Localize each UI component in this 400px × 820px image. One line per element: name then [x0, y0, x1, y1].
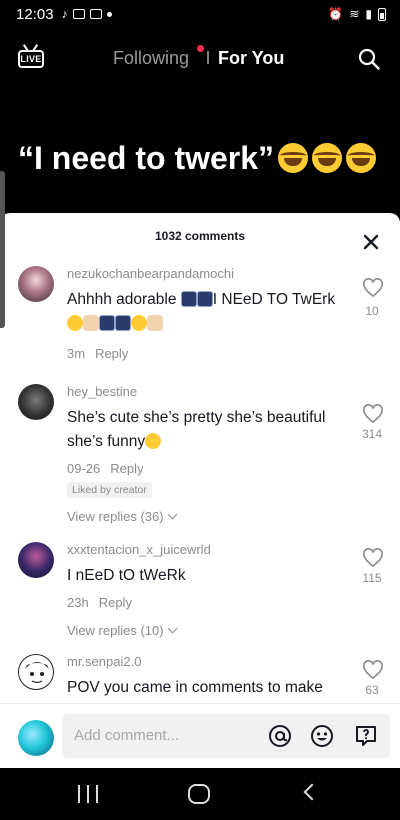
avatar[interactable] — [18, 266, 54, 302]
top-nav: LIVE Following For You — [0, 36, 400, 82]
like-count: 115 — [362, 571, 382, 585]
tab-for-you[interactable]: For You — [218, 48, 284, 69]
comment-username[interactable]: hey_bestine — [67, 384, 137, 399]
at-icon[interactable] — [268, 724, 292, 748]
system-nav-bar — [0, 768, 400, 820]
chevron-down-icon — [167, 623, 178, 634]
anime-avatar-icon — [25, 662, 49, 684]
recent-apps-icon[interactable] — [78, 785, 98, 803]
tab-following[interactable]: Following — [113, 48, 189, 69]
battery-icon — [378, 7, 386, 21]
reply-button[interactable]: Reply — [95, 346, 128, 361]
comment-time: 09-26 — [67, 461, 101, 476]
smirk-emoji-icon — [67, 315, 83, 331]
comment-meta: 3m Reply — [67, 346, 128, 361]
comment-text-part: I NEeD TO TwErk — [212, 291, 336, 308]
new-content-dot — [197, 45, 204, 52]
emoji-icon[interactable] — [310, 724, 334, 748]
like-count: 314 — [361, 427, 383, 441]
comment-input-placeholder: Add comment... — [74, 727, 180, 744]
gift-icon[interactable] — [354, 724, 378, 748]
heart-icon[interactable] — [362, 660, 384, 680]
comment-username[interactable]: nezukochanbearpandamochi — [67, 266, 234, 281]
view-replies-label: View replies (36) — [67, 509, 164, 524]
view-replies-button[interactable]: View replies (36) — [67, 509, 178, 524]
comment-text-part: POV you came in comments to make — [67, 679, 323, 696]
status-time: 12:03 — [16, 5, 54, 23]
sparkle-emoji-icon — [99, 315, 115, 331]
status-bar: 12:03 ♪ ⏰ ≋ ▮ — [0, 0, 400, 28]
back-icon[interactable] — [303, 783, 321, 801]
comment-text-part: Ahhhh adorable — [67, 291, 181, 308]
avatar[interactable] — [18, 384, 54, 420]
heart-icon[interactable] — [362, 404, 384, 424]
heart-icon[interactable] — [362, 548, 384, 568]
comment-text: I nEeD tO tWeRk — [67, 564, 347, 588]
tiktok-notification-icon: ♪ — [61, 7, 68, 21]
video-caption-text: “I need to twerk” — [18, 140, 275, 176]
comment-username[interactable]: xxxtentacion_x_juicewrld — [67, 542, 211, 557]
comment-time: 23h — [67, 595, 89, 610]
video-caption: “I need to twerk” — [18, 140, 377, 177]
comment-text: POV you came in comments to make — [67, 676, 347, 700]
view-replies-label: View replies (10) — [67, 623, 164, 638]
comment-meta: 09-26 Reply — [67, 461, 144, 476]
system-icons: ⏰ ≋ ▮ — [328, 7, 386, 21]
search-icon[interactable] — [357, 47, 381, 71]
laughing-emoji-icon — [346, 143, 377, 173]
comments-header: 1032 comments — [0, 213, 400, 257]
laughing-emoji-icon — [312, 143, 343, 173]
reply-button[interactable]: Reply — [99, 595, 132, 610]
alarm-icon: ⏰ — [328, 7, 344, 21]
tab-divider — [207, 51, 209, 64]
comment-input[interactable]: Add comment... — [62, 714, 390, 758]
comment-item: nezukochanbearpandamochi Ahhhh adorable … — [0, 266, 400, 376]
home-icon[interactable] — [188, 784, 210, 804]
notification-icons: ♪ — [62, 7, 112, 21]
app-notification-icon — [72, 9, 85, 19]
comment-username[interactable]: mr.senpai2.0 — [67, 654, 141, 669]
sparkle-emoji-icon — [196, 291, 213, 307]
live-icon[interactable]: LIVE — [16, 44, 46, 70]
peace-hand-emoji-icon — [83, 315, 99, 331]
comment-text: She’s cute she’s pretty she’s beautiful … — [67, 406, 347, 454]
dot-icon — [106, 11, 112, 17]
comment-meta: 23h Reply — [67, 595, 132, 610]
comment-text: Ahhhh adorable I NEeD TO TwErk — [67, 288, 347, 336]
comment-time: 3m — [67, 346, 86, 361]
ok-hand-emoji-icon — [147, 315, 163, 331]
reply-button[interactable]: Reply — [110, 461, 143, 476]
avatar[interactable] — [18, 720, 54, 756]
comment-item: hey_bestine She’s cute she’s pretty she’… — [0, 384, 400, 534]
weary-emoji-icon — [131, 315, 147, 331]
view-replies-button[interactable]: View replies (10) — [67, 623, 178, 638]
comment-text-part: She’s cute she’s pretty she’s beautiful … — [67, 409, 326, 450]
comment-text-part: I nEeD tO tWeRk — [67, 567, 186, 584]
avatar[interactable] — [18, 542, 54, 578]
live-label: LIVE — [20, 54, 42, 64]
sparkle-emoji-icon — [115, 315, 131, 331]
sparkle-emoji-icon — [180, 291, 197, 307]
wifi-icon: ≋ — [349, 7, 360, 21]
close-icon[interactable] — [360, 231, 382, 253]
comment-count: 1032 comments — [154, 229, 246, 243]
avatar[interactable] — [18, 654, 54, 690]
comment-item: xxxtentacion_x_juicewrld I nEeD tO tWeRk… — [0, 542, 400, 642]
app-notification-icon — [89, 9, 102, 19]
comments-sheet: 1032 comments nezukochanbearpandamochi A… — [0, 213, 400, 768]
laughing-emoji-icon — [278, 143, 309, 173]
chevron-down-icon — [167, 509, 178, 520]
scrollbar[interactable] — [0, 171, 5, 328]
like-count: 10 — [365, 304, 379, 318]
laughing-emoji-icon — [145, 433, 162, 449]
liked-by-creator-badge: Liked by creator — [67, 482, 152, 498]
heart-icon[interactable] — [362, 278, 384, 298]
like-count: 63 — [365, 683, 379, 697]
comment-input-bar: Add comment... — [0, 703, 400, 768]
signal-icon: ▮ — [365, 7, 372, 21]
